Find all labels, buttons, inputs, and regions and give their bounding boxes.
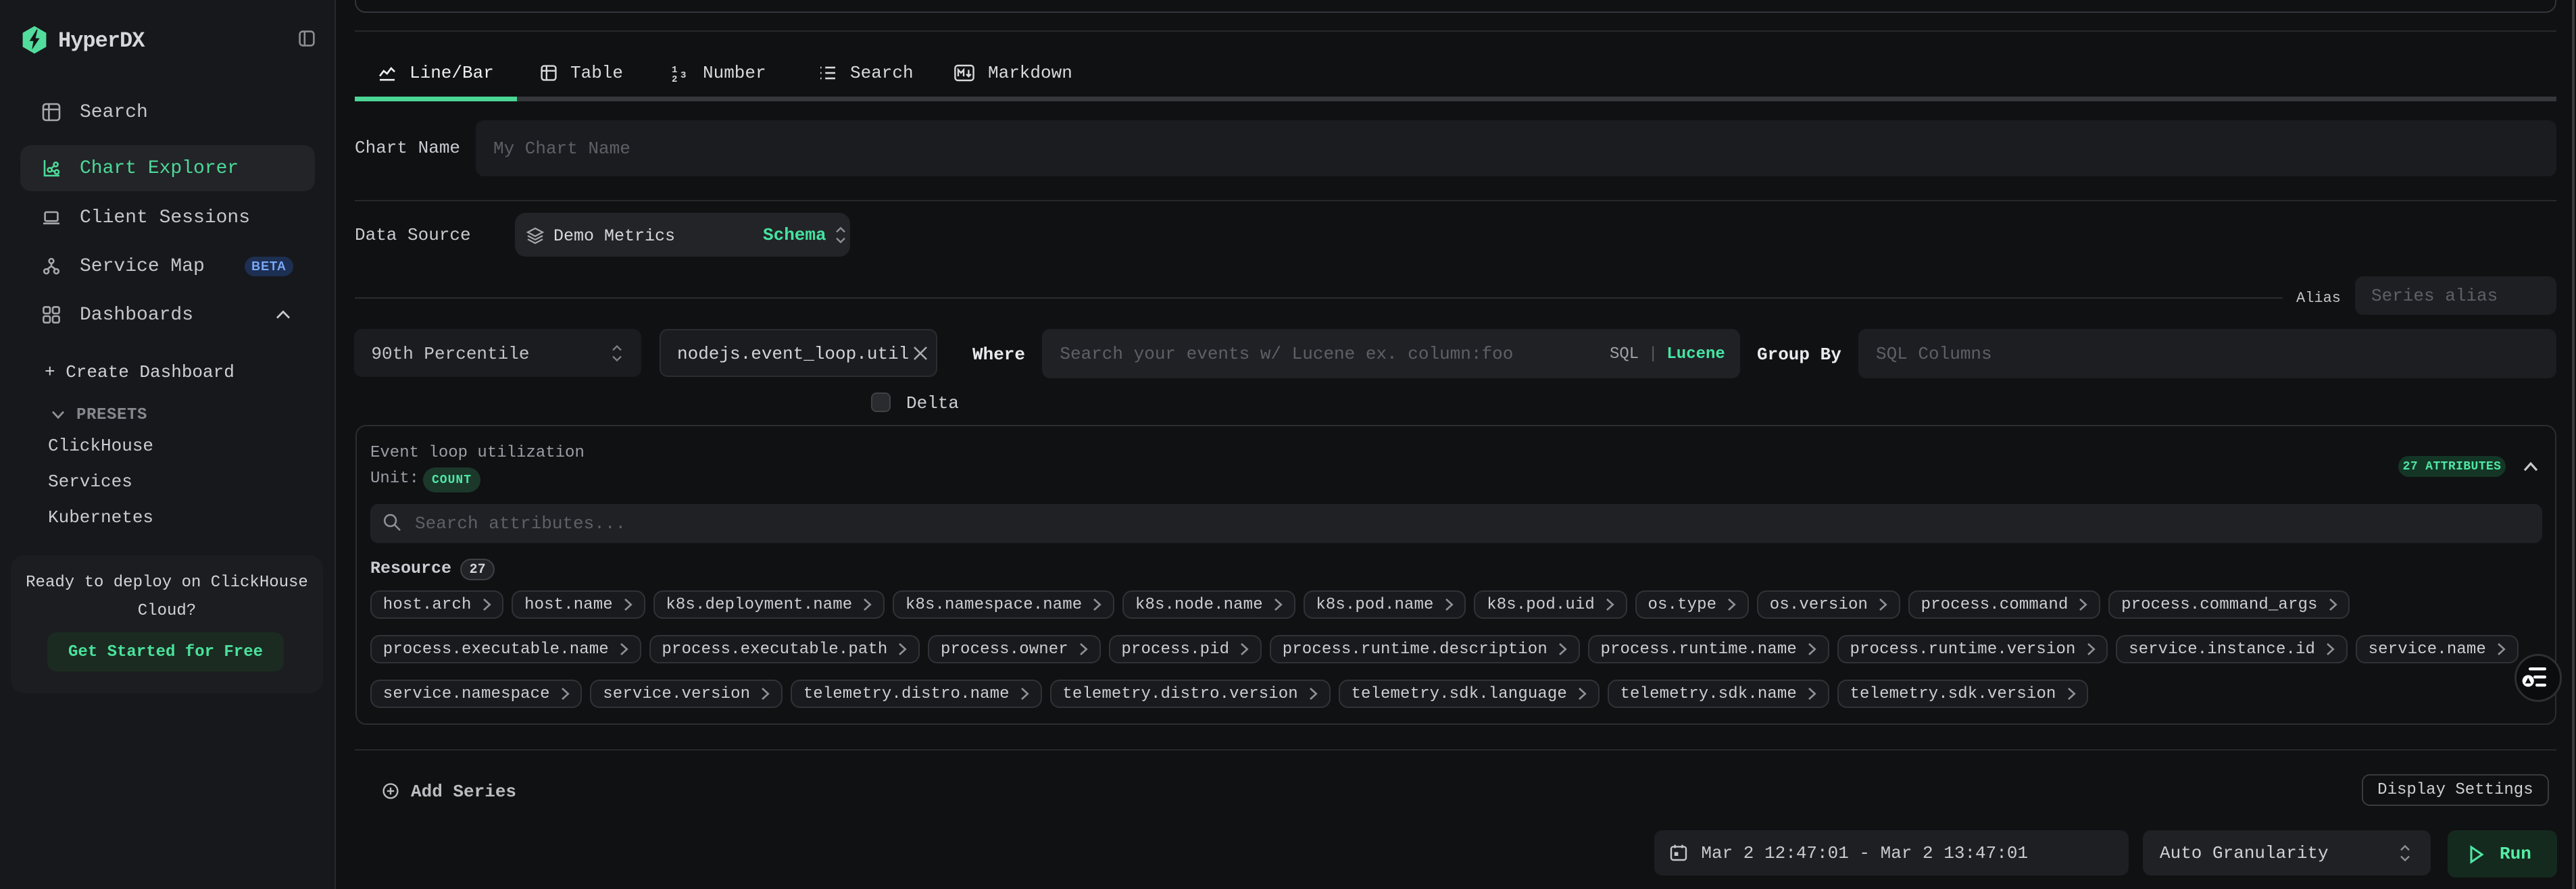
svg-text:2: 2 bbox=[672, 74, 677, 82]
svg-text:3: 3 bbox=[680, 70, 686, 81]
